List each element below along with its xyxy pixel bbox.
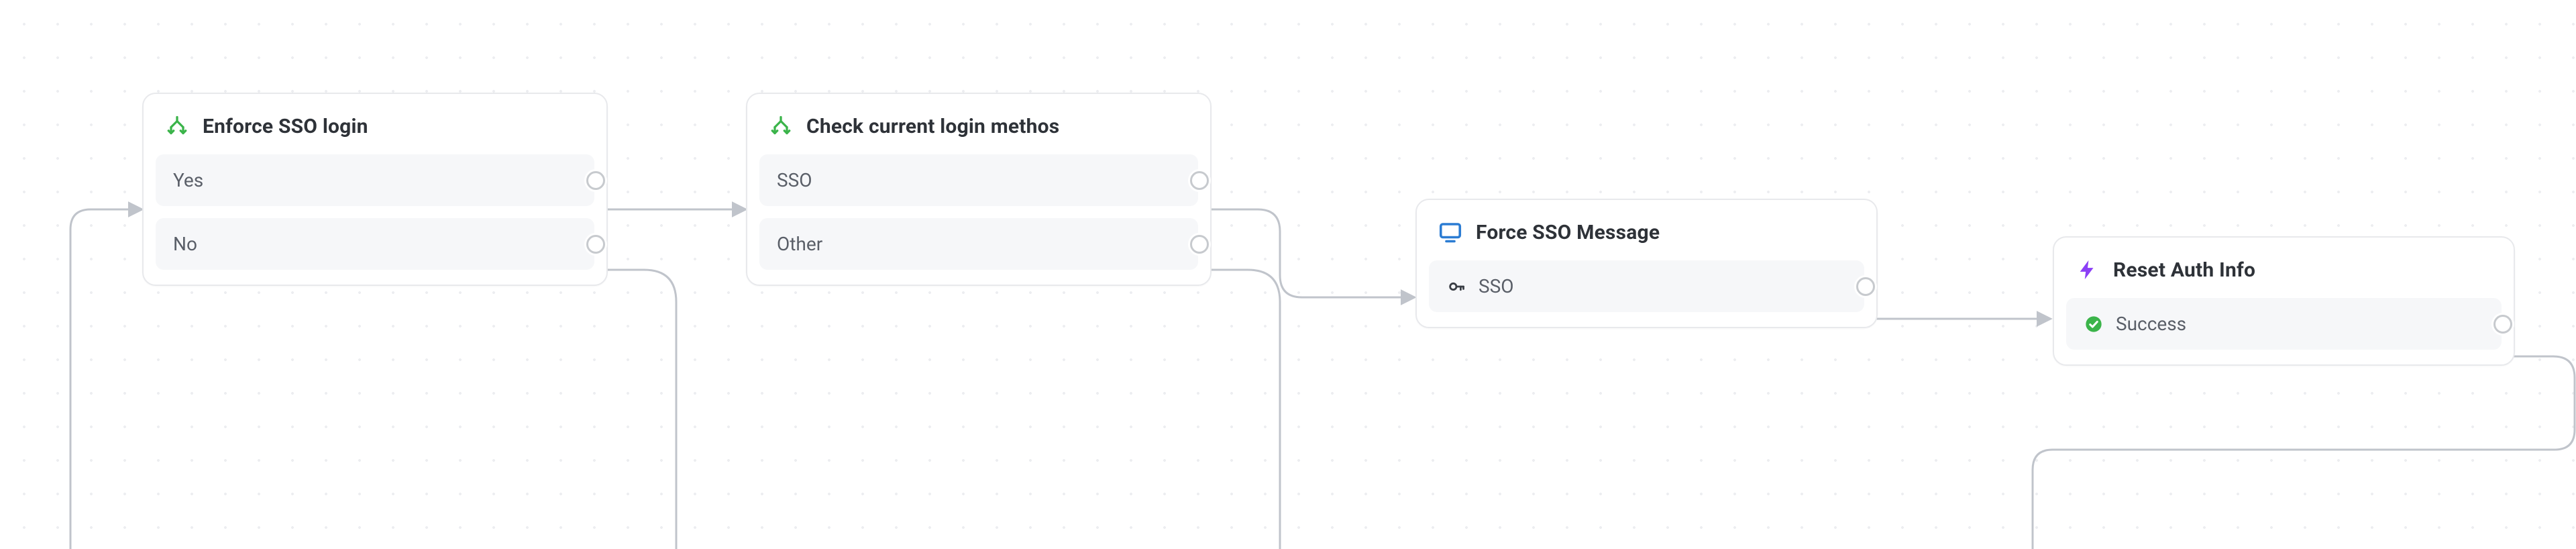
row-label: Success (2116, 313, 2186, 335)
branch-option-label: Yes (173, 169, 203, 191)
output-port[interactable] (1856, 277, 1875, 296)
node-title: Reset Auth Info (2113, 258, 2255, 282)
output-port[interactable] (1190, 235, 1209, 254)
output-port[interactable] (586, 171, 605, 190)
bolt-icon (2076, 258, 2100, 282)
node-title: Force SSO Message (1476, 221, 1660, 244)
output-port[interactable] (2493, 315, 2512, 334)
node-title: Enforce SSO login (203, 115, 368, 138)
node-title: Check current login methos (806, 115, 1059, 138)
branch-option-label: Other (777, 233, 822, 255)
branch-option-no[interactable]: No (156, 218, 594, 270)
branch-option-label: SSO (777, 169, 812, 191)
row-label: SSO (1479, 275, 1514, 297)
branch-option-other[interactable]: Other (759, 218, 1198, 270)
branch-icon (769, 114, 793, 138)
branch-icon (165, 114, 189, 138)
branch-option-label: No (173, 233, 197, 255)
key-icon (1446, 277, 1466, 297)
screen-icon (1438, 220, 1462, 244)
node-enforce-sso-login[interactable]: Enforce SSO login Yes No (142, 93, 608, 286)
branch-option-yes[interactable]: Yes (156, 154, 594, 206)
branch-option-sso[interactable]: SSO (759, 154, 1198, 206)
check-circle-icon (2084, 314, 2104, 334)
node-check-login-method[interactable]: Check current login methos SSO Other (746, 93, 1212, 286)
result-row-success[interactable]: Success (2066, 298, 2502, 350)
output-port[interactable] (1190, 171, 1209, 190)
output-port[interactable] (586, 235, 605, 254)
node-force-sso-message[interactable]: Force SSO Message SSO (1415, 199, 1878, 328)
message-row-sso[interactable]: SSO (1429, 260, 1864, 312)
node-reset-auth-info[interactable]: Reset Auth Info Success (2053, 236, 2515, 366)
